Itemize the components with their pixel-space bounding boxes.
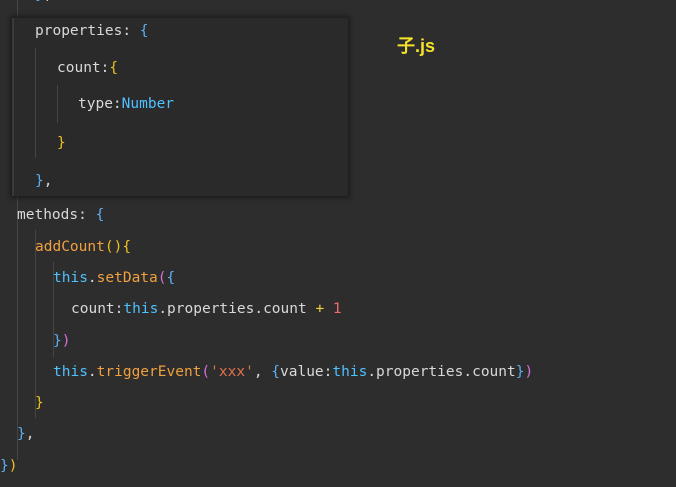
- code-token: addCount: [35, 239, 105, 255]
- code-line: this.setData({: [53, 269, 175, 287]
- code-line: this.triggerEvent('xxx', {value:this.pro…: [53, 363, 533, 381]
- code-token: :: [122, 23, 140, 39]
- code-token: this: [53, 364, 88, 380]
- code-token: .: [87, 364, 97, 380]
- code-token: properties: [35, 23, 123, 39]
- code-token: (: [201, 364, 211, 380]
- code-token: ,: [43, 173, 53, 189]
- code-token: type: [78, 96, 113, 112]
- code-line: },: [35, 172, 52, 190]
- code-line: methods: {: [17, 206, 104, 224]
- code-token: .: [87, 270, 97, 286]
- code-token: +: [315, 301, 325, 317]
- code-token: }: [57, 135, 66, 151]
- indent-guide: [35, 48, 36, 158]
- code-token: :: [112, 96, 122, 112]
- indent-guide: [35, 230, 36, 418]
- code-token: }: [35, 0, 44, 3]
- code-token: {: [166, 270, 176, 286]
- code-token: (: [157, 270, 167, 286]
- code-token: triggerEvent: [96, 364, 202, 380]
- code-token: (): [104, 239, 123, 255]
- code-token: ,: [253, 364, 272, 380]
- file-label: 子.js: [397, 36, 436, 56]
- code-token: this: [53, 270, 88, 286]
- code-token: {: [122, 239, 132, 255]
- code-token: ): [524, 364, 534, 380]
- highlighted-code-block: [12, 18, 348, 196]
- code-token: value:: [280, 364, 333, 380]
- code-token: Number: [121, 96, 175, 112]
- code-line: properties: {: [35, 22, 149, 40]
- code-token: ,: [25, 426, 35, 442]
- code-line: }): [53, 332, 70, 350]
- code-token: {: [271, 364, 281, 380]
- code-line: }: [35, 394, 44, 412]
- code-token: count: [71, 301, 115, 317]
- code-token: {: [95, 207, 105, 223]
- code-token: {: [109, 60, 119, 76]
- code-line: type:Number: [78, 95, 174, 113]
- code-line: },: [35, 0, 52, 4]
- code-token: setData: [96, 270, 158, 286]
- code-line: count:{: [57, 59, 118, 77]
- code-token: this: [332, 364, 368, 380]
- code-token: }: [17, 426, 26, 442]
- code-line: },: [17, 425, 34, 443]
- code-token: }: [53, 333, 62, 349]
- code-line: }): [0, 457, 17, 475]
- indent-guide: [57, 85, 58, 123]
- code-token: 'xxx': [210, 364, 254, 380]
- code-token: 1: [332, 301, 342, 317]
- code-line: }: [57, 134, 66, 152]
- code-token: methods: [17, 207, 79, 223]
- code-token: }: [35, 395, 44, 411]
- code-token: :: [78, 207, 96, 223]
- code-token: {: [139, 23, 149, 39]
- code-token: .properties.count: [367, 364, 516, 380]
- code-token: }: [0, 458, 9, 474]
- code-token: count: [57, 60, 101, 76]
- code-line: count:this.properties.count + 1: [71, 300, 342, 318]
- code-token: ,: [44, 0, 53, 3]
- code-line: addCount(){: [35, 238, 131, 256]
- code-token: .properties.count: [158, 301, 316, 317]
- code-token: this: [123, 301, 159, 317]
- code-token: }: [35, 173, 44, 189]
- code-token: ): [8, 458, 18, 474]
- code-token: ): [61, 333, 71, 349]
